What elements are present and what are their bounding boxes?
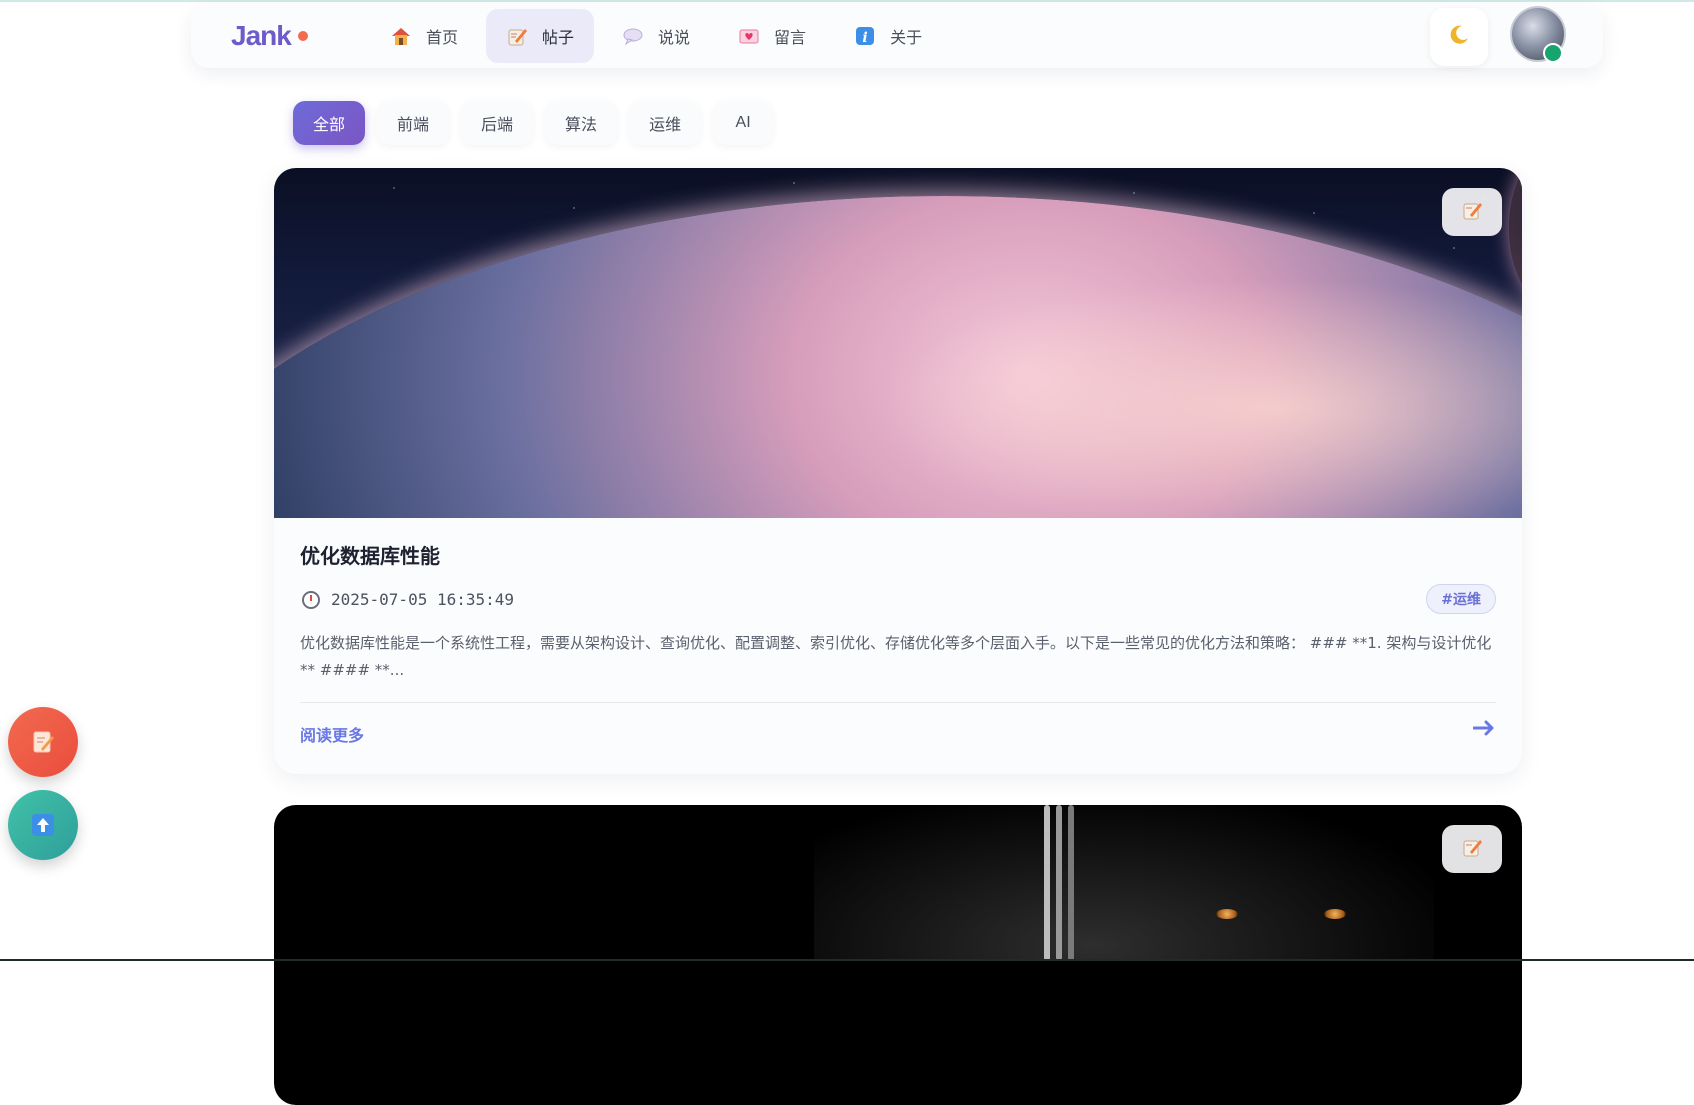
read-more-link[interactable]: 阅读更多	[300, 722, 364, 746]
heart-letter-icon	[738, 25, 760, 47]
top-accent-line	[0, 0, 1694, 2]
nav-item-home[interactable]: 首页	[370, 9, 478, 63]
filter-chip-frontend[interactable]: 前端	[377, 101, 450, 145]
post-date: 2025-07-05 16:35:49	[331, 590, 515, 609]
post-excerpt: 优化数据库性能是一个系统性工程，需要从架构设计、查询优化、配置调整、索引优化、存…	[300, 634, 1492, 679]
nav-label: 关于	[890, 28, 923, 47]
memo-icon	[506, 25, 528, 47]
online-status-dot	[1543, 43, 1563, 63]
site-logo[interactable]: Jank	[231, 20, 292, 52]
theme-toggle-button[interactable]	[1430, 8, 1488, 66]
scroll-to-top-button[interactable]	[8, 790, 78, 860]
speech-bubble-icon	[622, 25, 644, 47]
nav-item-posts[interactable]: 帖子	[486, 9, 595, 63]
nav-item-moments[interactable]: 说说	[602, 9, 710, 63]
post-cover-image[interactable]	[814, 805, 1434, 961]
memo-icon	[1461, 836, 1483, 862]
eye-shape	[1216, 909, 1238, 919]
post-cover-image[interactable]	[274, 168, 1522, 518]
filter-chip-all[interactable]: 全部	[293, 101, 366, 145]
filter-chip-ai[interactable]: AI	[713, 101, 774, 145]
nav-label: 首页	[426, 28, 459, 47]
svg-text:i: i	[862, 30, 867, 46]
post-body: 优化数据库性能 2025-07-05 16:35:49 #运维 优化数据库性能是…	[300, 540, 1496, 745]
up-arrow-icon	[31, 812, 55, 838]
write-post-button[interactable]	[8, 707, 78, 777]
post-card[interactable]: 优化数据库性能 2025-07-05 16:35:49 #运维 优化数据库性能是…	[274, 168, 1522, 774]
nav-label: 留言	[774, 28, 807, 47]
memo-icon	[1461, 199, 1483, 225]
arrow-right-icon[interactable]	[1472, 716, 1496, 740]
hair-strand	[1056, 805, 1062, 961]
nav-label: 说说	[658, 28, 691, 47]
card-divider	[300, 702, 1496, 703]
hair-strand	[1068, 805, 1074, 961]
filter-chip-ops[interactable]: 运维	[629, 101, 702, 145]
category-filter: 全部 前端 后端 算法 运维 AI	[293, 101, 785, 145]
post-card[interactable]	[274, 805, 1522, 1105]
nav-label: 帖子	[542, 28, 575, 47]
info-icon: i	[854, 25, 876, 47]
nav-item-about[interactable]: i 关于	[834, 9, 942, 63]
nav-item-guestbook[interactable]: 留言	[718, 9, 826, 63]
post-edit-button[interactable]	[1442, 825, 1502, 873]
post-title[interactable]: 优化数据库性能	[300, 540, 1496, 569]
post-edit-button[interactable]	[1442, 188, 1502, 236]
hair-strand	[1044, 805, 1050, 961]
top-navbar: Jank 首页 帖子 说说 留言 i 关于	[191, 4, 1603, 68]
main-nav: 首页 帖子 说说 留言 i 关于	[370, 9, 950, 63]
clock-icon	[302, 591, 320, 609]
filter-chip-backend[interactable]: 后端	[461, 101, 534, 145]
eye-shape	[1324, 909, 1346, 919]
filter-chip-algorithm[interactable]: 算法	[545, 101, 618, 145]
post-tag[interactable]: #运维	[1426, 584, 1496, 614]
planet-glow	[874, 278, 1522, 518]
logo-dot	[298, 31, 308, 41]
memo-icon	[31, 729, 55, 755]
post-meta: 2025-07-05 16:35:49 #运维	[300, 584, 1496, 616]
moon-icon	[1448, 23, 1470, 51]
house-icon	[390, 25, 412, 47]
